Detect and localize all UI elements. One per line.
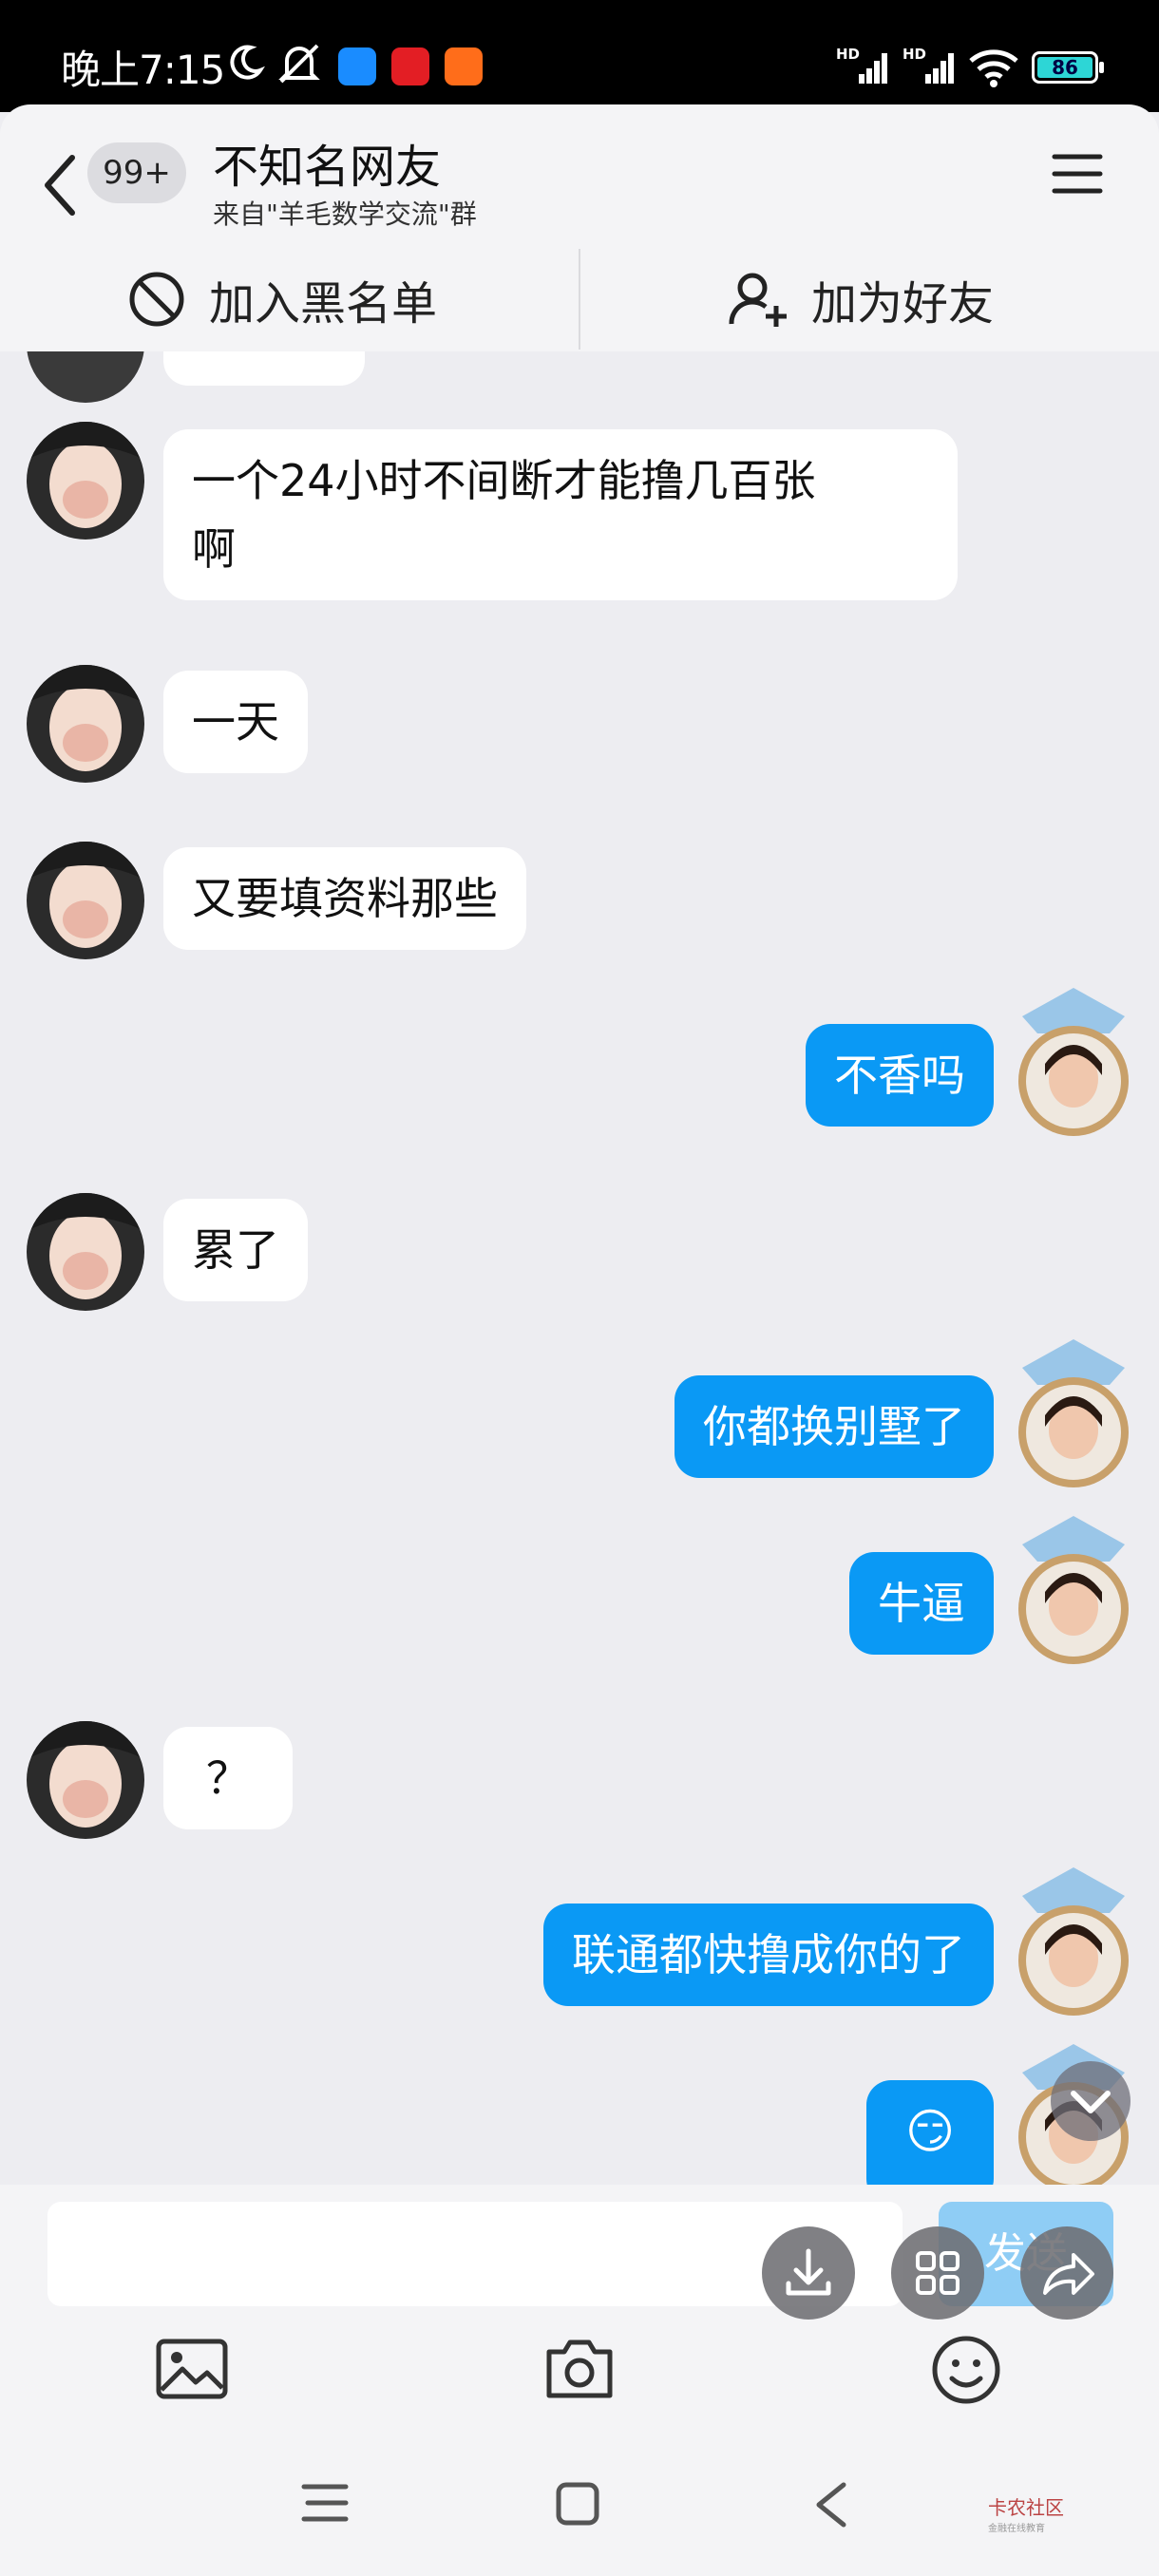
moon-icon bbox=[230, 45, 265, 80]
message-bubble-own: 不香吗 bbox=[806, 1024, 994, 1127]
emoji-icon[interactable] bbox=[931, 2335, 1001, 2405]
block-icon bbox=[129, 272, 184, 327]
camera-icon[interactable] bbox=[543, 2335, 616, 2401]
own-avatar[interactable] bbox=[1003, 1516, 1144, 1668]
add-to-blacklist-button[interactable]: 加入黑名单 bbox=[127, 247, 437, 351]
mute-bell-icon bbox=[278, 44, 320, 84]
message-bubble: ？ bbox=[163, 1727, 293, 1829]
add-user-icon bbox=[729, 273, 787, 327]
chevron-down-icon bbox=[1071, 2091, 1111, 2113]
status-bar: 晚上7:15 HD HD 86 bbox=[0, 0, 1159, 112]
wifi-icon bbox=[969, 49, 1018, 87]
status-time: 晚上7:15 bbox=[61, 47, 225, 93]
image-icon[interactable] bbox=[156, 2339, 228, 2399]
nav-back-icon[interactable] bbox=[811, 2481, 849, 2529]
signal-icon-2 bbox=[925, 53, 954, 84]
add-friend-label: 加为好友 bbox=[811, 277, 995, 331]
watermark-logo: 卡农社区 金融在线教育 bbox=[988, 2492, 1064, 2534]
action-divider bbox=[579, 249, 580, 350]
watermark-tagline: 金融在线教育 bbox=[988, 2524, 1045, 2534]
share-arrow-icon bbox=[1043, 2253, 1094, 2295]
sender-avatar[interactable] bbox=[27, 351, 144, 403]
sender-avatar[interactable] bbox=[27, 1193, 144, 1311]
add-friend-button[interactable]: 加为好友 bbox=[728, 247, 994, 351]
own-avatar[interactable] bbox=[1003, 1867, 1144, 2019]
sender-avatar[interactable] bbox=[27, 842, 144, 959]
home-icon[interactable] bbox=[555, 2481, 600, 2527]
own-avatar[interactable] bbox=[1003, 988, 1144, 1140]
grid-icon bbox=[916, 2251, 960, 2295]
message-bubble: 又要填资料那些 bbox=[163, 847, 526, 950]
menu-icon[interactable] bbox=[1051, 152, 1104, 196]
recent-apps-icon[interactable] bbox=[298, 2481, 352, 2525]
download-button[interactable] bbox=[762, 2226, 855, 2320]
message-bubble-own: 你都换别墅了 bbox=[674, 1375, 994, 1478]
message-bubble: 一天 bbox=[163, 671, 308, 773]
battery-indicator: 86 bbox=[1032, 51, 1104, 84]
scroll-to-bottom-button[interactable] bbox=[1051, 2061, 1130, 2141]
battery-level: 86 bbox=[1037, 57, 1092, 78]
message-bubble: 累了 bbox=[163, 1199, 308, 1301]
sender-avatar[interactable] bbox=[27, 665, 144, 783]
message-bubble-own: 联通都快撸成你的了 bbox=[543, 1904, 994, 2006]
share-button[interactable] bbox=[1020, 2226, 1113, 2320]
message-bubble-emoji: 😏 bbox=[866, 2080, 994, 2185]
blacklist-label: 加入黑名单 bbox=[209, 277, 438, 331]
own-avatar[interactable] bbox=[1003, 1339, 1144, 1491]
signal-icon bbox=[859, 53, 887, 84]
tmall-icon bbox=[391, 47, 429, 85]
apps-button[interactable] bbox=[891, 2226, 984, 2320]
sender-avatar[interactable] bbox=[27, 422, 144, 540]
message-bubble-own: 牛逼 bbox=[849, 1552, 994, 1655]
app-notification-icon bbox=[338, 47, 376, 85]
back-icon[interactable] bbox=[40, 152, 78, 218]
chat-header: 99+ 不知名网友 来自"羊毛数学交流"群 加入黑名单 加为好友 bbox=[0, 104, 1159, 351]
unread-badge[interactable]: 99+ bbox=[87, 142, 186, 203]
page-title: 不知名网友 bbox=[213, 141, 442, 194]
message-bubble: 一个24小时不间断才能撸几百张 啊 bbox=[163, 429, 958, 600]
message-bubble-partial bbox=[163, 351, 365, 386]
message-list[interactable]: 一个24小时不间断才能撸几百张 啊 一天 又要填资料那些 不香吗 累了 你都换别… bbox=[0, 351, 1159, 2185]
watermark-brand: 卡农社区 bbox=[988, 2496, 1064, 2519]
page-subtitle: 来自"羊毛数学交流"群 bbox=[213, 199, 477, 230]
sender-avatar[interactable] bbox=[27, 1721, 144, 1839]
download-icon bbox=[786, 2248, 831, 2296]
taobao-icon bbox=[445, 47, 483, 85]
